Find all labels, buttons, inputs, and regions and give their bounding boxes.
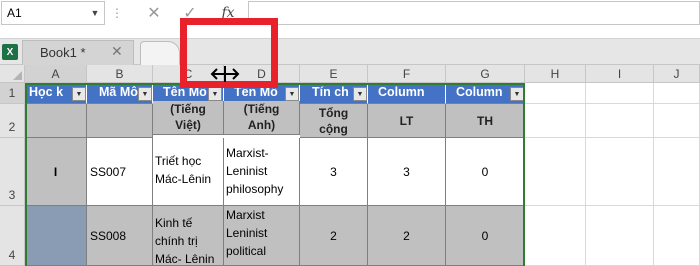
row-header-1[interactable]: 1: [0, 83, 25, 104]
column-header-g[interactable]: G: [446, 65, 525, 83]
column-header-a[interactable]: A: [25, 65, 87, 83]
empty-cell[interactable]: [525, 206, 586, 266]
column-header-i[interactable]: I: [586, 65, 654, 83]
name-box-dropdown-icon[interactable]: ▼: [86, 1, 104, 25]
column-header-e[interactable]: E: [300, 65, 368, 83]
empty-cell[interactable]: [586, 206, 654, 266]
row-header-2[interactable]: 2: [0, 104, 25, 138]
cancel-entry-button[interactable]: ✕: [139, 1, 169, 25]
empty-cell[interactable]: [525, 104, 586, 138]
row-header-4[interactable]: 4: [0, 206, 25, 266]
empty-cell[interactable]: [654, 104, 700, 138]
empty-cell[interactable]: [525, 138, 586, 206]
column-header-h[interactable]: H: [525, 65, 586, 83]
select-all-triangle-icon: [13, 71, 22, 80]
close-tab-icon[interactable]: ✕: [111, 43, 123, 60]
column-header-j[interactable]: J: [654, 65, 700, 83]
empty-cell[interactable]: [586, 83, 654, 104]
empty-cell[interactable]: [654, 206, 700, 266]
column-resize-cursor-icon: [210, 66, 240, 82]
empty-cell[interactable]: [654, 138, 700, 206]
new-tab-button[interactable]: [140, 41, 180, 65]
empty-cell[interactable]: [586, 138, 654, 206]
empty-cell[interactable]: [654, 83, 700, 104]
row-header-3[interactable]: 3: [0, 138, 25, 206]
table-outline: [25, 83, 525, 266]
empty-cell[interactable]: [586, 104, 654, 138]
column-header-b[interactable]: B: [87, 65, 153, 83]
empty-cell[interactable]: [525, 83, 586, 104]
formula-input[interactable]: [248, 1, 700, 25]
formula-bar-grip-icon: ⋮: [111, 6, 123, 20]
workbook-tab-label: Book1 *: [40, 45, 86, 60]
column-header-f[interactable]: F: [368, 65, 446, 83]
spreadsheet-app-icon: X: [2, 44, 18, 60]
